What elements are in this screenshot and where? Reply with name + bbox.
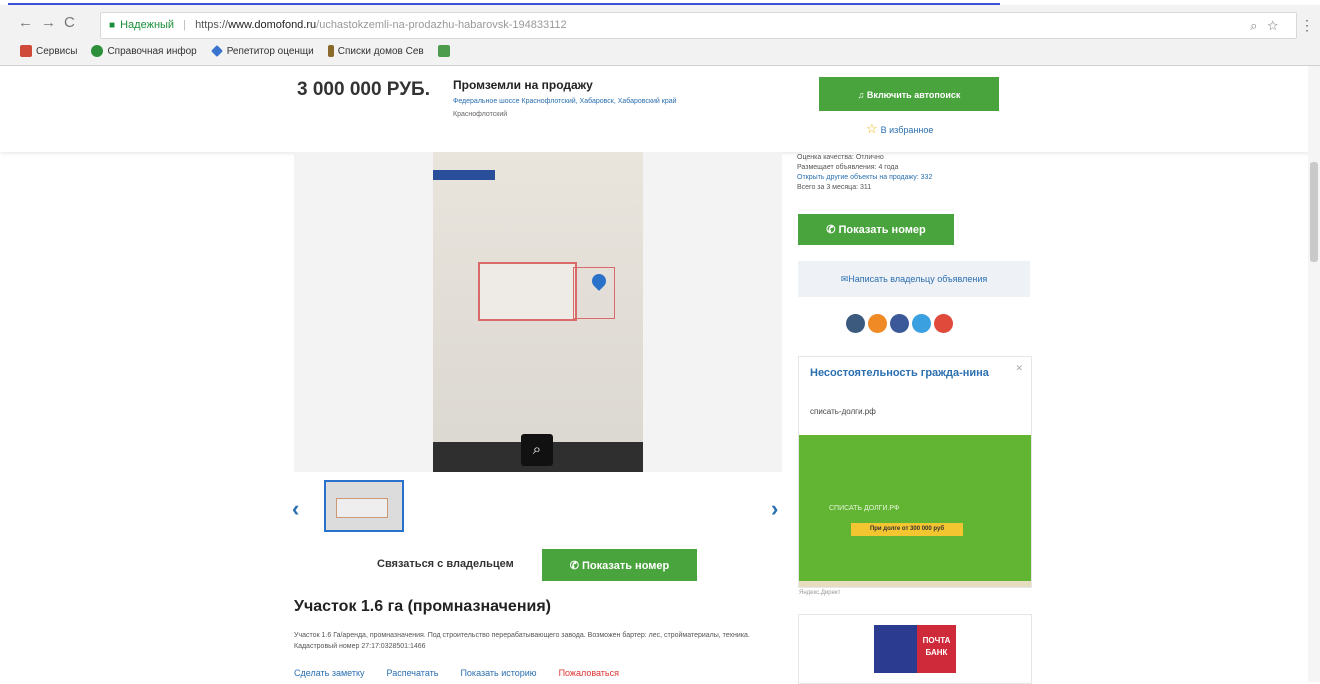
ad-image[interactable]: СПИСАТЬ ДОЛГИ.РФ При долге от 300 000 ру… [799, 435, 1031, 587]
thumbnail-image [336, 498, 388, 518]
ad-cta[interactable]: При долге от 300 000 руб [851, 523, 963, 536]
share-googleplus-icon[interactable] [934, 314, 953, 333]
close-icon[interactable]: ✕ [1015, 363, 1023, 374]
spreadsheet-icon [437, 45, 450, 57]
bookmark-sheet[interactable] [437, 45, 450, 57]
zoom-icon[interactable]: ⌕ [521, 434, 553, 466]
bookmark-reference[interactable]: Справочная инфор [91, 45, 197, 57]
ad-banner-bank[interactable]: ПОЧТА БАНК [798, 614, 1032, 684]
note-action[interactable]: Сделать заметку [294, 668, 365, 678]
bookmarks-bar: Сервисы Справочная инфор Репетитор оценщ… [20, 45, 450, 57]
apps-icon [20, 45, 32, 57]
address-link[interactable]: Федеральное шоссе Краснофлотский, Хабаро… [453, 97, 773, 107]
favorite-link[interactable]: ☆ В избранное [866, 121, 933, 137]
district: Краснофлотский [453, 111, 508, 118]
person-icon [327, 45, 334, 57]
lock-icon: ■ [109, 20, 116, 31]
main-photo[interactable]: ⌕ [433, 152, 643, 472]
sidebar-show-number-button[interactable]: ✆ Показать номер [798, 214, 954, 245]
ad-network-label[interactable]: Яндекс.Директ [799, 590, 840, 596]
ad-image-footer [799, 581, 1031, 587]
browser-menu-icon[interactable]: ⋮ [1300, 17, 1314, 34]
browser-chrome: ←→C ■ Надежный | https://www.domofond.ru… [0, 5, 1320, 66]
total-line: Всего за 3 месяца: 311 [797, 184, 872, 191]
contact-owner-label: Связаться с владельцем [377, 558, 514, 570]
bank-logo: ПОЧТА БАНК [874, 625, 956, 673]
bell-icon: ♫ [857, 90, 867, 100]
phone-icon: ✆ [826, 224, 839, 236]
share-odnoklassniki-icon[interactable] [868, 314, 887, 333]
url-domain: www.domofond.ru [228, 19, 317, 31]
diamond-icon [210, 45, 223, 57]
plot-outline [478, 262, 577, 321]
omnibox-icons[interactable]: ⌕☆ [1250, 13, 1288, 38]
listing-title: Участок 1.6 га (промназначения) [294, 598, 551, 615]
bookmark-services[interactable]: Сервисы [20, 45, 77, 57]
report-action[interactable]: Пожаловаться [559, 668, 619, 678]
share-facebook-icon[interactable] [890, 314, 909, 333]
share-buttons [846, 314, 953, 333]
listing-actions: Сделать заметку Распечатать Показать ист… [294, 668, 619, 678]
owner-info: Оценка качества: Отлично Размещает объяв… [797, 153, 1027, 193]
listing-type: Промземли на продажу [453, 78, 593, 92]
share-twitter-icon[interactable] [912, 314, 931, 333]
star-icon: ☆ [866, 121, 878, 136]
bookmark-tutor[interactable]: Репетитор оценщи [210, 45, 314, 57]
map-image [433, 152, 643, 442]
url-prefix: https:// [195, 19, 229, 31]
ad-title[interactable]: Несостоятельность гражда-нина [810, 367, 1005, 380]
ad-domain[interactable]: списать-долги.рф [810, 407, 876, 416]
listing-summary: Промземли на продажу Федеральное шоссе К… [453, 78, 773, 118]
listing-description: Участок 1.6 Га/аренда, промназначения. П… [294, 632, 750, 650]
history-action[interactable]: Показать историю [460, 668, 536, 678]
prev-photo-arrow[interactable]: ‹ [292, 496, 299, 522]
secure-label: Надежный [120, 19, 175, 31]
page-scrollbar[interactable] [1308, 66, 1320, 682]
globe-icon [91, 45, 104, 57]
address-bar[interactable]: ■ Надежный | https://www.domofond.ru/uch… [100, 12, 1297, 39]
price: 3 000 000 РУБ. [297, 79, 430, 100]
nav-buttons[interactable]: ←→C [18, 14, 83, 31]
quality-line: Оценка качества: Отлично [797, 154, 884, 161]
next-photo-arrow[interactable]: › [771, 496, 778, 522]
print-action[interactable]: Распечатать [387, 668, 439, 678]
show-number-button[interactable]: ✆ Показать номер [542, 549, 697, 581]
photo-thumbnail[interactable] [324, 480, 404, 532]
url-path: /uchastokzemli-na-prodazhu-habarovsk-194… [316, 19, 567, 31]
placed-line: Размещает объявления: 4 года [797, 164, 899, 171]
phone-icon: ✆ [569, 560, 583, 572]
photo-label-strip [433, 170, 495, 180]
scroll-thumb[interactable] [1310, 162, 1318, 262]
sticky-header: 3 000 000 РУБ. Промземли на продажу Феде… [0, 66, 1320, 152]
bookmark-houses[interactable]: Списки домов Сев [327, 45, 424, 57]
ad-brand: СПИСАТЬ ДОЛГИ.РФ [829, 505, 900, 512]
ad-banner-debt[interactable]: Несостоятельность гражда-нина ✕ списать-… [798, 356, 1032, 588]
url-separator: | [183, 19, 186, 31]
notify-button[interactable]: ♫ Включить автопоиск [819, 77, 999, 111]
write-owner-button[interactable]: ✉Написать владельцу объявления [798, 261, 1030, 297]
photo-gallery: ⌕ [294, 152, 782, 472]
bank-logo-text: ПОЧТА БАНК [917, 625, 956, 673]
share-livejournal-icon[interactable] [846, 314, 865, 333]
other-objects-link[interactable]: Открыть другие объекты на продажу: 332 [797, 173, 1027, 183]
